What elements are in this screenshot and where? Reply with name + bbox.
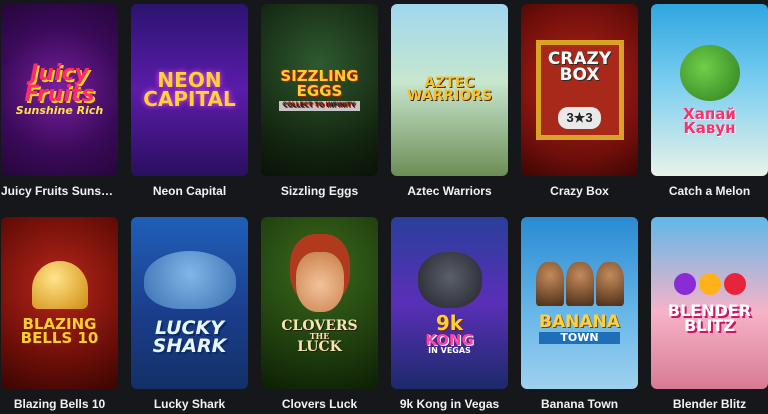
game-logo: LUCKY SHARK (152, 318, 227, 357)
game-thumbnail[interactable]: BLENDER BLITZ (651, 217, 768, 389)
logo-line: SHARK (152, 335, 227, 357)
logo-line: Sunshine Rich (15, 103, 104, 117)
fruit-group (673, 272, 746, 295)
game-thumbnail[interactable]: BANANA TOWN (521, 217, 638, 389)
game-tile-lucky-shark[interactable]: LUCKY SHARK Lucky Shark (131, 207, 248, 414)
game-logo: BANANA TOWN (539, 311, 620, 345)
logo-line: BANANA (539, 311, 620, 332)
melon-icon (679, 44, 740, 101)
game-tile-juicy-fruits[interactable]: Juicy Fruits Sunshine Rich Juicy Fruits … (1, 0, 118, 207)
game-tile-banana-town[interactable]: BANANA TOWN Banana Town (521, 207, 638, 414)
game-logo: Хапай Кавун (683, 106, 736, 137)
grape-icon (673, 272, 696, 295)
game-tile-crazy-box[interactable]: CRAZY BOX 3★3 Crazy Box (521, 0, 638, 207)
game-logo: SIZZLING EGGS COLLECT TO INFINITY (279, 69, 360, 111)
bell-icon (31, 260, 88, 309)
game-tile-sizzling-eggs[interactable]: SIZZLING EGGS COLLECT TO INFINITY Sizzli… (261, 0, 378, 207)
logo-line: BELLS 10 (20, 329, 99, 347)
game-thumbnail[interactable]: CRAZY BOX 3★3 (521, 4, 638, 176)
game-frame: CRAZY BOX 3★3 (535, 40, 624, 140)
game-tile-blender-blitz[interactable]: BLENDER BLITZ Blender Blitz (651, 207, 768, 414)
game-thumbnail[interactable]: BLAZING BELLS 10 (1, 217, 118, 389)
game-title[interactable]: Catch a Melon (651, 184, 768, 198)
game-logo: CLOVERS THE LUCK (281, 319, 357, 355)
logo-line: Кавун (683, 119, 736, 137)
game-tile-neon-capital[interactable]: NEON CAPITAL Neon Capital (131, 0, 248, 207)
game-title[interactable]: 9k Kong in Vegas (391, 397, 508, 411)
cherry-icon (723, 272, 746, 295)
monkey-icon (595, 261, 624, 306)
game-thumbnail[interactable]: SIZZLING EGGS COLLECT TO INFINITY (261, 4, 378, 176)
game-thumbnail[interactable]: CLOVERS THE LUCK (261, 217, 378, 389)
logo-line: TOWN (539, 332, 620, 345)
game-logo: BLAZING BELLS 10 (20, 316, 99, 347)
logo-line: CAPITAL (143, 87, 236, 111)
game-title[interactable]: Blender Blitz (651, 397, 768, 411)
logo-line: BOX (559, 65, 600, 86)
game-thumbnail[interactable]: 9k KONG IN VEGAS (391, 217, 508, 389)
monkey-icon (565, 261, 594, 306)
games-grid: Juicy Fruits Sunshine Rich Juicy Fruits … (0, 0, 768, 414)
game-thumbnail[interactable]: Juicy Fruits Sunshine Rich (1, 4, 118, 176)
logo-line: Fruits (24, 81, 95, 107)
logo-line: LUCK (297, 338, 342, 355)
game-title[interactable]: Sizzling Eggs (261, 184, 378, 198)
game-tile-blazing-bells[interactable]: BLAZING BELLS 10 Blazing Bells 10 (1, 207, 118, 414)
game-tile-9k-kong[interactable]: 9k KONG IN VEGAS 9k Kong in Vegas (391, 207, 508, 414)
game-title[interactable]: Crazy Box (521, 184, 638, 198)
shark-icon (143, 250, 236, 309)
game-title[interactable]: Aztec Warriors (391, 184, 508, 198)
game-tile-aztec-warriors[interactable]: AZTEC WARRIORS Aztec Warriors (391, 0, 508, 207)
game-logo: NEON CAPITAL (143, 70, 236, 111)
game-logo: BLENDER BLITZ (668, 302, 751, 335)
game-thumbnail[interactable]: AZTEC WARRIORS (391, 4, 508, 176)
logo-badge: 3★3 (558, 107, 601, 129)
logo-line: WARRIORS (406, 88, 493, 104)
game-thumbnail[interactable]: Хапай Кавун (651, 4, 768, 176)
monkey-icon (535, 261, 564, 306)
game-title[interactable]: Neon Capital (131, 184, 248, 198)
logo-line: IN VEGAS (428, 345, 471, 355)
logo-subtitle: COLLECT TO INFINITY (279, 100, 360, 111)
game-title[interactable]: Banana Town (521, 397, 638, 411)
game-logo: AZTEC WARRIORS (406, 76, 493, 104)
logo-line: KONG (425, 330, 474, 349)
logo-line: BLITZ (684, 316, 735, 335)
logo-line: 9k (435, 310, 464, 335)
orange-icon (698, 272, 721, 295)
characters-group (535, 261, 624, 306)
leprechaun-icon (295, 251, 344, 312)
game-logo: 9k KONG IN VEGAS (425, 310, 474, 355)
game-title[interactable]: Juicy Fruits Sunsh... (1, 184, 118, 198)
gorilla-icon (417, 251, 482, 308)
game-thumbnail[interactable]: LUCKY SHARK (131, 217, 248, 389)
game-thumbnail[interactable]: NEON CAPITAL (131, 4, 248, 176)
game-tile-clovers-luck[interactable]: CLOVERS THE LUCK Clovers Luck (261, 207, 378, 414)
game-logo: Juicy Fruits Sunshine Rich (15, 62, 104, 117)
game-title[interactable]: Clovers Luck (261, 397, 378, 411)
game-tile-catch-a-melon[interactable]: Хапай Кавун Catch a Melon (651, 0, 768, 207)
game-title[interactable]: Lucky Shark (131, 397, 248, 411)
game-logo: CRAZY BOX (548, 50, 611, 86)
game-title[interactable]: Blazing Bells 10 (1, 397, 118, 411)
logo-line: EGGS (296, 81, 343, 100)
